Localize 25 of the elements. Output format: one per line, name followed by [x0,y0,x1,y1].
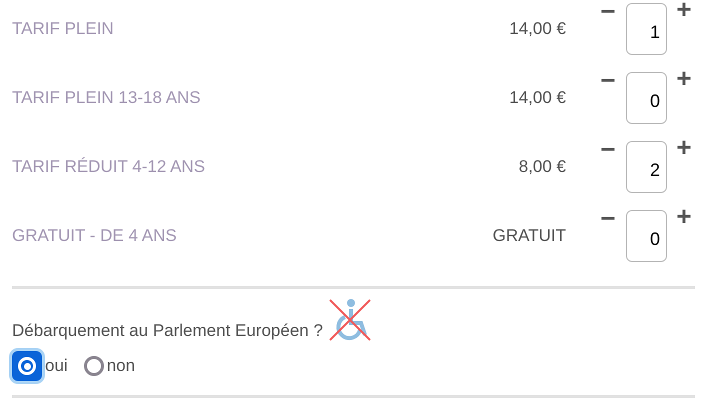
tariff-label: GRATUIT - DE 4 ANS [12,225,177,248]
quantity-field[interactable]: 1 [626,3,667,55]
decrement-button[interactable]: − [596,0,620,24]
option-label: non [106,355,136,378]
radio-button[interactable] [12,351,42,381]
price-text: GRATUIT [492,225,566,248]
increment-button[interactable]: + [673,0,695,22]
increment-button[interactable]: + [673,134,695,160]
question-text: Débarquement au Parlement Européen ? [12,320,323,342]
radio-button[interactable] [84,356,104,376]
decrement-button[interactable]: − [596,205,620,231]
tariff-label: TARIF PLEIN 13-18 ANS [12,87,201,110]
decrement-button[interactable]: − [596,136,620,162]
price-text: 14,00 € [509,18,566,40]
tariff-label: TARIF PLEIN [12,18,114,40]
quantity-field[interactable]: 2 [626,141,667,193]
increment-button[interactable]: + [673,203,695,229]
increment-button[interactable]: + [673,65,695,91]
decrement-button[interactable]: − [596,67,620,93]
quantity-field[interactable]: 0 [626,72,667,124]
price-text: 14,00 € [509,87,566,110]
tariff-label: TARIF RÉDUIT 4-12 ANS [12,156,206,178]
quantity-field[interactable]: 0 [626,210,667,262]
option-label: oui [45,355,68,378]
price-text: 8,00 € [518,156,566,178]
